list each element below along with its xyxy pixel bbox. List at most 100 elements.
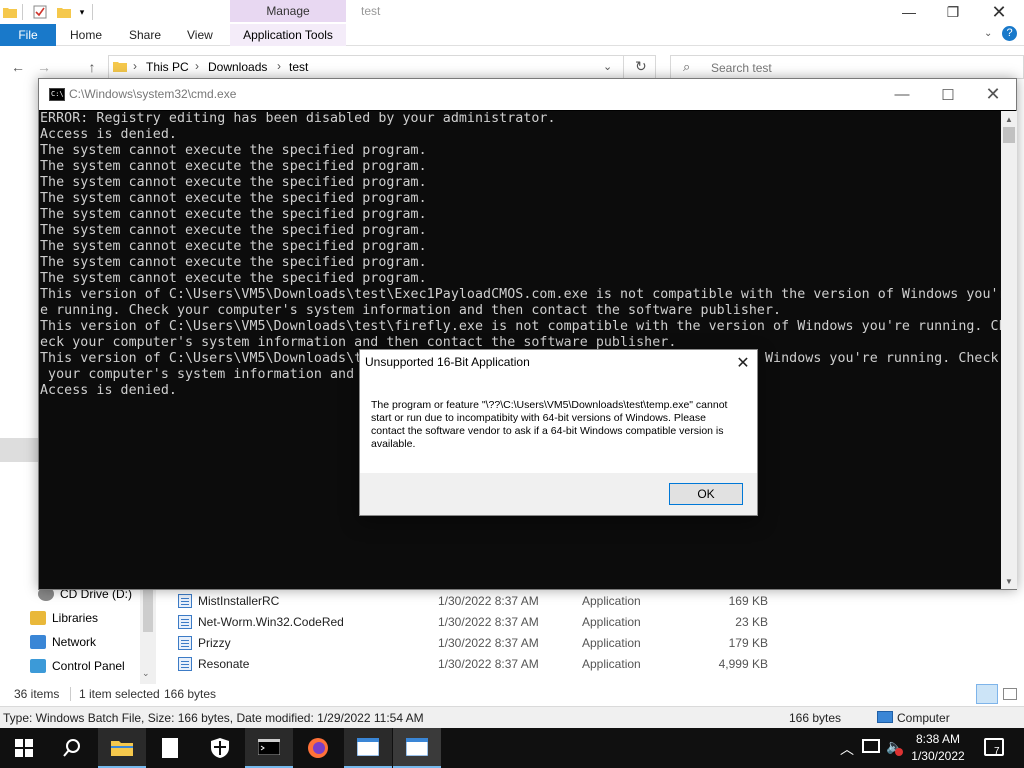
search-box[interactable]: ⌕ Search test <box>670 55 1024 79</box>
status-bar: 36 items 1 item selected 166 bytes <box>0 684 1024 706</box>
console-line: The system cannot execute the specified … <box>40 239 427 254</box>
maximize-button[interactable]: ❐ <box>930 0 976 24</box>
application-icon <box>178 657 192 671</box>
large-icons-view-icon[interactable] <box>1003 688 1017 700</box>
cmd-scrollbar-thumb[interactable] <box>1003 127 1015 143</box>
file-type: Application <box>582 615 641 629</box>
file-type: Application <box>582 594 641 608</box>
properties-icon[interactable] <box>32 4 48 20</box>
cmd-scrollbar[interactable] <box>1001 111 1017 589</box>
taskbar-file-explorer[interactable] <box>98 728 146 768</box>
chevron-down-icon[interactable]: ⌄ <box>603 60 612 73</box>
sidebar-item-network[interactable]: Network <box>30 632 96 652</box>
scroll-down-icon[interactable]: ⌄ <box>142 668 150 679</box>
console-line: Access is denied. <box>40 127 177 142</box>
dialog-close-button[interactable]: ✕ <box>732 353 754 373</box>
taskbar-cmd[interactable] <box>245 728 293 768</box>
network-icon <box>30 635 46 649</box>
new-folder-icon[interactable] <box>56 4 72 20</box>
taskbar-app-active[interactable] <box>393 728 441 768</box>
tab-home[interactable]: Home <box>70 24 102 46</box>
breadcrumb-this-pc[interactable]: This PC <box>146 60 189 74</box>
manage-tab-header[interactable]: Manage <box>230 0 346 22</box>
console-line: ERROR: Registry editing has been disable… <box>40 111 556 126</box>
console-line: The system cannot execute the specified … <box>40 207 427 222</box>
list-item[interactable]: Net-Worm.Win32.CodeRed 1/30/2022 8:37 AM… <box>176 612 796 633</box>
list-item[interactable]: MistInstallerRC 1/30/2022 8:37 AM Applic… <box>176 591 796 612</box>
customize-toolbar-icon[interactable]: ▾ <box>74 4 90 20</box>
tab-view[interactable]: View <box>187 24 213 46</box>
search-button[interactable] <box>48 728 96 768</box>
console-line: e running. Check your computer's system … <box>40 303 782 318</box>
clock-time[interactable]: 8:38 AM <box>910 732 966 746</box>
cmd-close-button[interactable]: ✕ <box>970 79 1016 110</box>
separator <box>92 4 93 20</box>
close-button[interactable]: ✕ <box>976 0 1022 24</box>
windows-logo-icon <box>15 739 33 757</box>
scroll-down-icon[interactable]: ▼ <box>1001 573 1017 589</box>
breadcrumb-test[interactable]: test <box>289 60 308 74</box>
file-date: 1/30/2022 8:37 AM <box>438 615 539 629</box>
forward-arrow-icon[interactable]: → <box>36 58 52 76</box>
ok-button[interactable]: OK <box>669 483 743 505</box>
tab-file[interactable]: File <box>0 24 56 46</box>
details-bar: Type: Windows Batch File, Size: 166 byte… <box>0 706 1024 728</box>
refresh-icon[interactable]: ↻ <box>635 58 647 75</box>
chevron-down-icon[interactable]: ⌄ <box>984 28 992 39</box>
dialog-title: Unsupported 16-Bit Application <box>365 355 530 369</box>
tab-application-tools[interactable]: Application Tools <box>230 24 346 46</box>
selection-size: 166 bytes <box>164 687 217 701</box>
file-name: MistInstallerRC <box>198 594 280 608</box>
console-icon: C:\ <box>49 88 65 101</box>
taskbar-app[interactable] <box>344 728 392 768</box>
up-arrow-icon[interactable]: ↑ <box>84 58 100 76</box>
cmd-minimize-button[interactable]: — <box>879 79 925 110</box>
taskbar: ︿ 🔈 8:38 AM 1/30/2022 7 <box>0 728 1024 768</box>
search-icon: ⌕ <box>683 59 691 74</box>
file-type: Application <box>582 657 641 671</box>
taskbar-firefox[interactable] <box>294 728 342 768</box>
help-icon[interactable]: ? <box>1002 26 1017 41</box>
file-date: 1/30/2022 8:37 AM <box>438 657 539 671</box>
taskbar-notepad[interactable] <box>146 728 194 768</box>
document-icon <box>162 738 178 758</box>
details-view-icon[interactable] <box>976 684 998 704</box>
console-line: The system cannot execute the specified … <box>40 223 427 238</box>
clock-date[interactable]: 1/30/2022 <box>906 749 970 763</box>
minimize-button[interactable]: — <box>886 0 932 24</box>
breadcrumb-downloads[interactable]: Downloads <box>208 60 267 74</box>
file-date: 1/30/2022 8:37 AM <box>438 636 539 650</box>
separator <box>22 4 23 20</box>
console-line: The system cannot execute the specified … <box>40 159 427 174</box>
file-size: 179 KB <box>728 636 768 650</box>
chevron-up-icon[interactable]: ︿ <box>840 739 854 759</box>
search-input[interactable]: Search test <box>711 61 772 75</box>
cmd-title-bar: C:\ C:\Windows\system32\cmd.exe — ☐ ✕ <box>39 79 1016 110</box>
application-window-icon <box>357 738 379 756</box>
file-name: Net-Worm.Win32.CodeRed <box>198 615 344 629</box>
tab-share[interactable]: Share <box>129 24 161 46</box>
sidebar-item-label: Libraries <box>52 611 99 625</box>
console-line: This version of C:\Users\VM5\Downloads\t… <box>40 287 1001 302</box>
console-line: The system cannot execute the specified … <box>40 271 427 286</box>
list-item[interactable]: Prizzy 1/30/2022 8:37 AM Application 179… <box>176 633 796 654</box>
chevron-right-icon: › <box>133 59 137 73</box>
scroll-up-icon[interactable]: ▲ <box>1001 111 1017 127</box>
libraries-icon <box>30 611 46 625</box>
explorer-title-bar: ▾ Manage test — ❐ ✕ <box>0 0 1024 24</box>
ribbon-tabs: File Home Share View Application Tools ⌄… <box>0 24 1024 46</box>
network-icon[interactable] <box>862 739 880 753</box>
details-location: Computer <box>897 711 950 725</box>
taskbar-security[interactable] <box>196 728 244 768</box>
dialog-message: The program or feature "\??\C:\Users\VM5… <box>371 399 728 450</box>
cmd-maximize-button[interactable]: ☐ <box>925 79 971 110</box>
console-icon <box>258 739 280 755</box>
item-count: 36 items <box>14 687 60 701</box>
address-bar[interactable]: › This PC › Downloads › test ⌄ ↻ <box>108 55 656 79</box>
file-size: 23 KB <box>735 615 768 629</box>
back-arrow-icon[interactable]: ← <box>10 58 26 76</box>
start-button[interactable] <box>0 728 48 768</box>
sidebar-item-control-panel[interactable]: Control Panel <box>30 656 125 676</box>
list-item[interactable]: Resonate 1/30/2022 8:37 AM Application 4… <box>176 654 796 675</box>
sidebar-item-libraries[interactable]: Libraries <box>30 608 98 628</box>
